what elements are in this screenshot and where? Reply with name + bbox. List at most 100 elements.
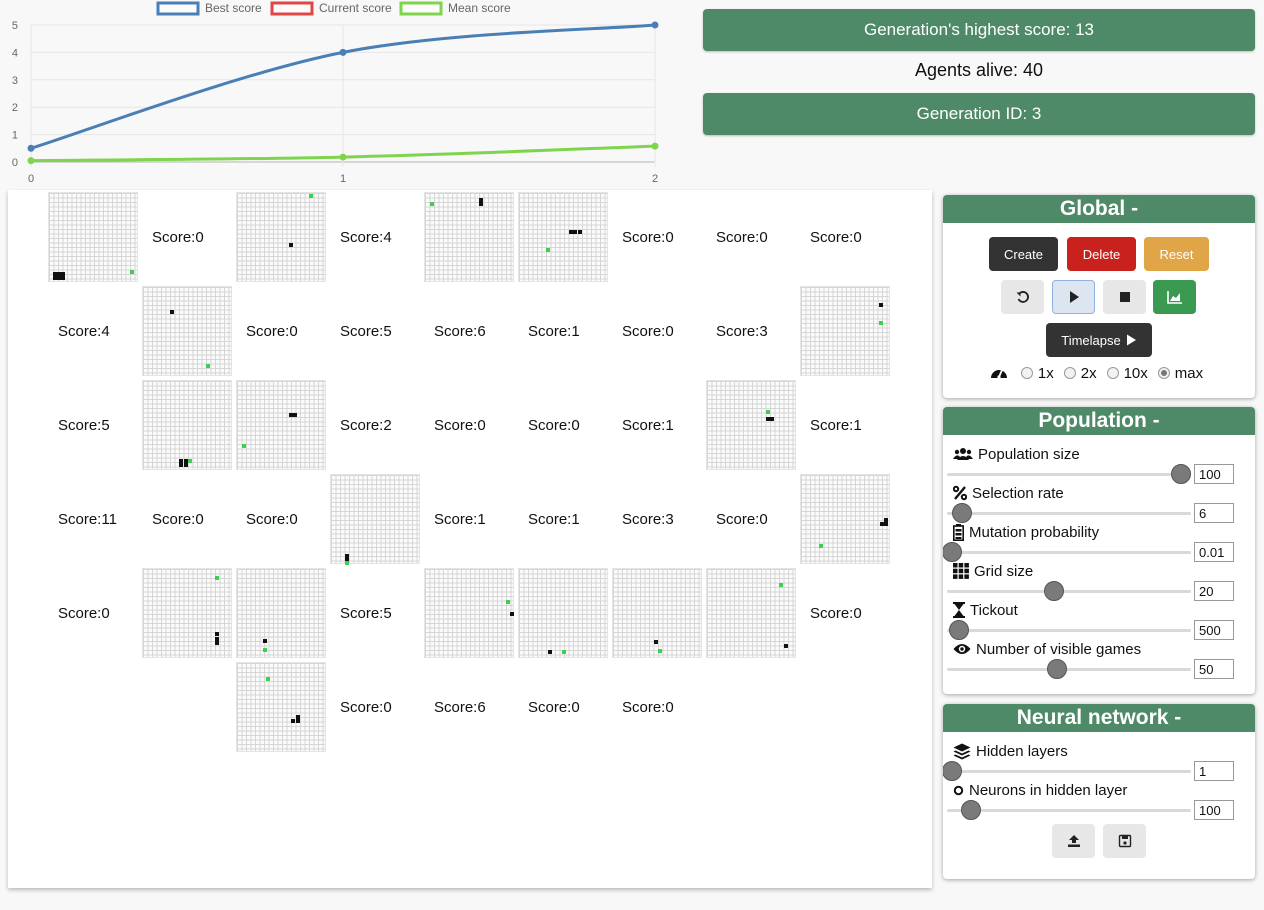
game-score-text: Score:0: [622, 228, 674, 246]
save-button[interactable]: [1103, 824, 1146, 858]
snake-segment: [770, 417, 774, 421]
upload-button[interactable]: [1052, 824, 1095, 858]
game-grid-tile: [48, 192, 138, 282]
param-value-input[interactable]: [1194, 503, 1234, 523]
param-slider[interactable]: [947, 581, 1191, 601]
param-label-text: Number of visible games: [976, 640, 1142, 658]
slider-handle[interactable]: [951, 503, 972, 523]
undo-icon: [1016, 291, 1029, 303]
chart-tick-label-y: 1: [12, 130, 18, 142]
snake-segment: [653, 640, 658, 645]
delete-button[interactable]: Delete: [1067, 237, 1136, 271]
chart-toggle-button[interactable]: [1153, 280, 1196, 314]
param-label: Selection rate: [953, 483, 1064, 503]
snake-segment: [60, 275, 65, 280]
slider-handle[interactable]: [1171, 464, 1192, 484]
game-score-text: Score:5: [58, 416, 110, 434]
param-label-text: Grid size: [974, 562, 1034, 580]
snake-segment: [295, 714, 300, 719]
restart-button[interactable]: [1001, 280, 1044, 314]
param-value-input[interactable]: [1194, 581, 1234, 601]
param-slider[interactable]: [947, 464, 1192, 484]
param-value-input[interactable]: [1194, 659, 1234, 679]
game-score-text: Score:3: [716, 322, 768, 340]
chart-legend-swatch: [270, 1, 314, 16]
chart-tick-label-y: 3: [12, 75, 18, 87]
game-score-text: Score:0: [152, 228, 204, 246]
game-grid-tile: [236, 192, 326, 282]
game-score-text: Score:0: [152, 510, 204, 528]
game-grid-tile: [236, 662, 326, 752]
chart-point: [339, 48, 347, 56]
param-slider[interactable]: [947, 503, 1191, 523]
game-score-tile: Score:1: [518, 286, 608, 376]
param-hidden-layers: Hidden layers: [943, 741, 1255, 781]
param-label-text: Hidden layers: [976, 742, 1068, 760]
game-score-tile: Score:0: [330, 662, 420, 752]
speed-radio[interactable]: [1063, 367, 1076, 379]
snake-segment: [293, 412, 298, 417]
game-score-tile: Score:11: [48, 474, 138, 564]
slider-handle[interactable]: [1046, 659, 1067, 679]
game-score-tile: Score:3: [706, 286, 796, 376]
food-pellet: [765, 410, 770, 415]
game-score-tile: Score:0: [236, 474, 326, 564]
global-panel-header[interactable]: Global -: [943, 195, 1255, 223]
chart-legend-swatch: [399, 1, 443, 16]
play-button[interactable]: [1052, 280, 1095, 314]
snake-segment: [884, 522, 889, 527]
slider-handle[interactable]: [943, 761, 962, 781]
param-label-text: Mutation probability: [969, 523, 1100, 541]
game-score-tile: Score:0: [142, 474, 232, 564]
speed-radio[interactable]: [1106, 367, 1119, 379]
score-chart-svg: 0 1 2 3 4 5 0 1 2 Best score Current score Mean sco…: [12, 1, 659, 185]
param-value-input[interactable]: [1194, 464, 1234, 484]
food-pellet: [878, 320, 883, 325]
param-value-input[interactable]: [1194, 761, 1234, 781]
food-pellet: [263, 647, 268, 652]
food-pellet: [429, 202, 434, 207]
speed-option-label: max: [1174, 364, 1204, 382]
speed-option-1x[interactable]: 1x: [1020, 364, 1054, 382]
speed-option-2x[interactable]: 2x: [1063, 365, 1097, 382]
game-score-tile: Score:1: [518, 474, 608, 564]
speed-option-10x[interactable]: 10x: [1106, 365, 1148, 382]
param-value-input[interactable]: [1194, 800, 1234, 820]
param-value-input[interactable]: [1194, 542, 1234, 562]
food-pellet: [188, 458, 192, 463]
param-slider[interactable]: [947, 800, 1191, 820]
food-pellet: [206, 363, 210, 368]
timelapse-button[interactable]: Timelapse: [1046, 323, 1152, 357]
param-slider[interactable]: [943, 761, 1191, 781]
stop-button[interactable]: [1103, 280, 1146, 314]
reset-button[interactable]: Reset: [1144, 237, 1209, 271]
speed-option-label: 1x: [1037, 364, 1054, 382]
param-neurons-in-hidden-layer: Neurons in hidden layer: [943, 780, 1255, 820]
create-button[interactable]: Create: [989, 237, 1058, 271]
network-panel: Neural network - Hidden layers Neurons in…: [943, 704, 1255, 879]
slider-handle[interactable]: [949, 620, 970, 640]
game-score-tile: Score:1: [800, 380, 890, 470]
param-value-input[interactable]: [1194, 620, 1234, 640]
speed-radio[interactable]: [1157, 367, 1170, 379]
agents-alive-label: Agents alive: 40: [703, 60, 1255, 84]
game-score-tile: Score:0: [236, 286, 326, 376]
game-score-tile: Score:4: [330, 192, 420, 282]
game-score-tile: Score:0: [706, 192, 796, 282]
param-slider[interactable]: [947, 620, 1191, 640]
food-pellet: [215, 575, 219, 580]
slider-handle[interactable]: [943, 542, 962, 562]
speed-radio[interactable]: [1020, 367, 1033, 379]
slider-handle[interactable]: [961, 800, 982, 820]
slider-handle[interactable]: [1044, 581, 1065, 601]
game-score-text: Score:6: [434, 322, 486, 340]
snake-segment: [568, 229, 573, 234]
highest-score-bar: Generation's highest score: 13: [703, 9, 1255, 51]
speed-option-max[interactable]: max: [1157, 364, 1204, 382]
param-slider[interactable]: [943, 542, 1191, 562]
game-grid-tile: [142, 286, 232, 376]
network-panel-header[interactable]: Neural network -: [943, 704, 1255, 732]
population-panel-header[interactable]: Population -: [943, 407, 1255, 435]
param-slider[interactable]: [947, 659, 1191, 679]
food-pellet: [546, 247, 550, 252]
